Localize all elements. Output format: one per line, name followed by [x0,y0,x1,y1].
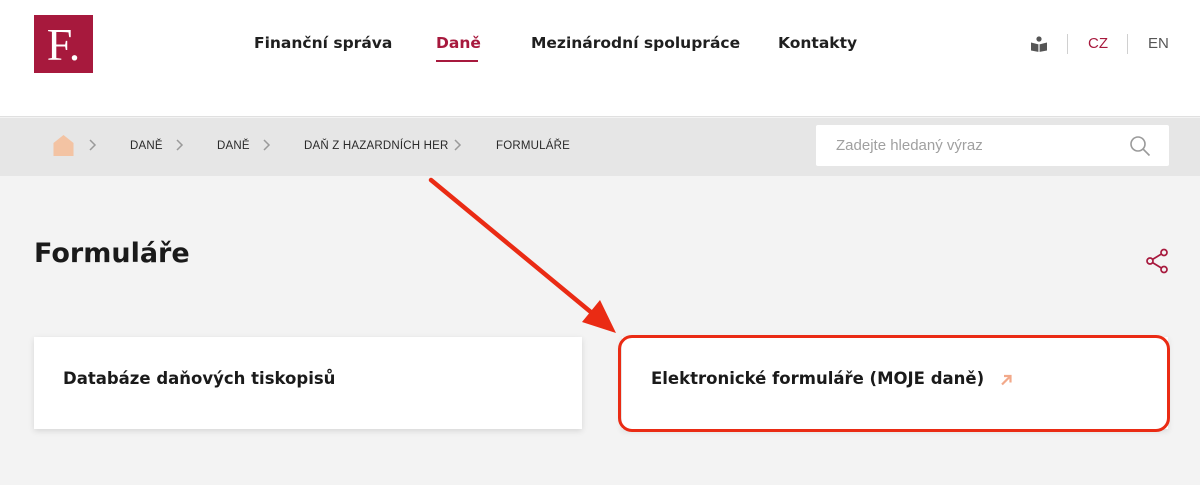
breadcrumb-item-dan-z-hazardnich-her[interactable]: DAŇ Z HAZARDNÍCH HER [304,140,449,152]
share-icon[interactable] [1145,248,1169,274]
card-label: Elektronické formuláře (MOJE daně) [651,369,985,388]
nav-item-dane[interactable]: Daně [436,34,481,52]
chevron-right-icon [176,139,184,151]
search-icon[interactable] [1129,135,1151,157]
card-elektronicke-formulare[interactable]: Elektronické formuláře (MOJE daně) [622,337,1168,429]
search-box [816,125,1169,166]
card-databaze-danovych-tiskopisu[interactable]: Databáze daňových tiskopisů [34,337,582,429]
page-title: Formuláře [34,238,190,269]
site-header: F. Finanční správa Daně Mezinárodní spol… [0,0,1200,117]
nav-item-financni-sprava[interactable]: Finanční správa [254,34,392,52]
breadcrumb-item-dane[interactable]: DANĚ [130,140,163,152]
card-label-wrapper: Elektronické formuláře (MOJE daně) [651,369,1012,388]
home-icon[interactable] [53,134,74,156]
nav-item-kontakty[interactable]: Kontakty [778,34,857,52]
nav-active-indicator [436,60,478,62]
card-label: Databáze daňových tiskopisů [63,369,336,388]
logo-letter: F. [46,19,81,70]
chevron-right-icon [454,139,462,151]
library-icon[interactable] [1030,36,1048,52]
logo[interactable]: F. [34,15,93,73]
lang-cz[interactable]: CZ [1088,35,1108,52]
nav-item-mezinarodni-spoluprace[interactable]: Mezinárodní spolupráce [531,34,740,52]
breadcrumb-item-dane-2[interactable]: DANĚ [217,140,250,152]
lang-en[interactable]: EN [1148,35,1169,52]
external-link-icon [1001,374,1012,385]
search-input[interactable] [836,125,1126,166]
chevron-right-icon [263,139,271,151]
chevron-right-icon [89,139,97,151]
divider [1127,34,1128,54]
divider [1067,34,1068,54]
breadcrumb-item-formulare: FORMULÁŘE [496,140,571,152]
